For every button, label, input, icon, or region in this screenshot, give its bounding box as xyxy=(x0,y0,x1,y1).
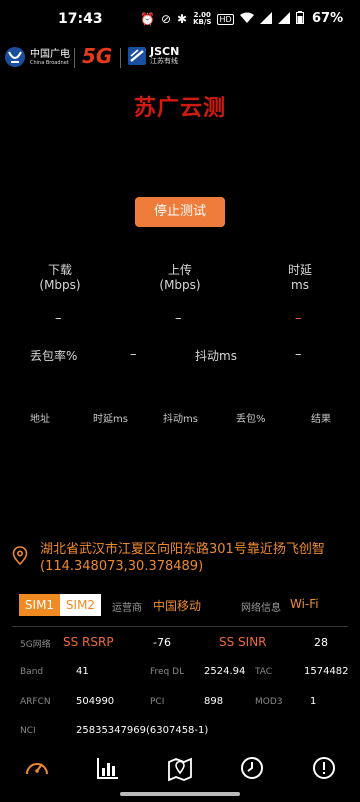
status-time: 17:43 xyxy=(58,11,103,27)
upload-label: 上传 xyxy=(167,263,192,277)
sim2-tab[interactable]: SIM2 xyxy=(60,594,101,616)
sinr-value: 28 xyxy=(314,636,328,649)
rsrp-label: SS RSRP xyxy=(63,635,114,649)
download-label: 下载 xyxy=(47,263,72,277)
stop-test-button[interactable]: 停止测试 xyxy=(135,197,225,227)
hd-icon: HD xyxy=(217,13,234,25)
latency-unit: ms xyxy=(291,278,309,292)
china-broadnet-icon xyxy=(5,47,25,67)
battery-icon xyxy=(295,11,304,27)
jitter-value: – xyxy=(295,347,302,362)
sinr-label: SS SINR xyxy=(219,635,267,649)
rsrp-value: -76 xyxy=(153,636,171,649)
home-indicator[interactable] xyxy=(120,792,240,796)
tac-value: 1574482 xyxy=(304,666,349,677)
net-speed-unit: KB/S xyxy=(193,18,212,26)
history-clock-icon[interactable] xyxy=(238,754,266,782)
sim1-tab[interactable]: SIM1 xyxy=(19,594,60,616)
chart-icon[interactable] xyxy=(94,754,122,782)
tac-label: TAC xyxy=(255,667,273,677)
logo-divider xyxy=(120,48,121,68)
result-header-latency: 时延ms xyxy=(93,414,128,425)
latency-label: 时延 xyxy=(287,263,312,277)
upload-value: – xyxy=(175,311,182,326)
signal-icon-2 xyxy=(277,11,290,27)
cbn-name-en: China Broadnet xyxy=(30,59,69,66)
mute-icon: ⊘ xyxy=(160,12,172,26)
alarm-icon: ⏰ xyxy=(140,12,155,26)
latency-value: – xyxy=(295,311,302,326)
network-info-label: 网络信息 xyxy=(241,603,281,614)
location-pin-icon xyxy=(12,546,28,570)
download-value: – xyxy=(55,311,62,326)
packet-loss-value: – xyxy=(130,347,137,362)
jscn-name-cn: 江苏有线 xyxy=(150,57,178,65)
fiveg-logo: 5G xyxy=(82,44,113,68)
bottom-nav xyxy=(0,748,360,788)
download-metric: 下载 (Mbps) xyxy=(20,263,100,293)
signal-icon-1 xyxy=(259,11,272,27)
freq-dl-value: 2524.94 xyxy=(204,666,246,677)
jitter-label: 抖动ms xyxy=(195,349,237,363)
nci-value: 25835347969(6307458-1) xyxy=(76,725,209,736)
map-pin-icon[interactable] xyxy=(166,754,194,782)
band-label: Band xyxy=(20,667,44,677)
latency-metric: 时延 ms xyxy=(260,263,340,293)
china-broadnet-logo: 中国广电 China Broadnet xyxy=(4,46,70,68)
packet-loss-label: 丢包率% xyxy=(30,349,78,363)
pci-label: PCI xyxy=(150,697,165,707)
logo-divider xyxy=(74,48,75,68)
nci-label: NCI xyxy=(20,726,36,736)
jscn-icon xyxy=(128,46,146,65)
result-header-address: 地址 xyxy=(30,414,50,425)
arfcn-label: ARFCN xyxy=(20,697,51,707)
pci-value: 898 xyxy=(204,696,224,707)
result-header-jitter: 抖动ms xyxy=(163,414,198,425)
section-divider xyxy=(12,626,348,627)
net-speed: 2.00 KB/S xyxy=(193,12,211,26)
app-title: 苏广云测 xyxy=(133,95,226,121)
battery-percent: 67% xyxy=(312,11,344,26)
info-icon[interactable] xyxy=(310,754,338,782)
bluetooth-icon: ✱ xyxy=(177,12,188,26)
speedometer-icon[interactable] xyxy=(23,754,51,782)
upload-unit: (Mbps) xyxy=(159,278,201,292)
operator-value: 中国移动 xyxy=(153,599,202,613)
wifi-icon xyxy=(239,12,254,27)
net-type-label: 5G网络 xyxy=(20,640,51,650)
location-text: 湖北省武汉市江夏区向阳东路301号靠近扬飞创智 (114.348073,30.3… xyxy=(40,541,355,575)
mod3-value: 1 xyxy=(310,696,317,707)
network-info-value: Wi-Fi xyxy=(290,597,319,611)
mod3-label: MOD3 xyxy=(255,697,283,707)
freq-dl-label: Freq DL xyxy=(150,667,185,677)
jscn-logo: JSCN 江苏有线 xyxy=(128,46,179,65)
cbn-name-cn: 中国广电 xyxy=(30,48,70,60)
status-bar: 17:43 ⏰ ⊘ ✱ 2.00 KB/S HD 67% xyxy=(0,0,360,38)
arfcn-value: 504990 xyxy=(76,696,115,707)
status-icons: ⏰ ⊘ ✱ 2.00 KB/S HD xyxy=(140,9,304,29)
download-unit: (Mbps) xyxy=(39,278,81,292)
location-address: 湖北省武汉市江夏区向阳东路301号靠近扬飞创智 xyxy=(40,542,325,557)
header-logos: 中国广电 China Broadnet 5G JSCN 江苏有线 xyxy=(0,42,360,74)
operator-label: 运营商 xyxy=(112,603,142,614)
result-header-loss: 丢包% xyxy=(236,414,266,425)
band-value: 41 xyxy=(76,666,89,677)
result-header-result: 结果 xyxy=(311,414,331,425)
upload-metric: 上传 (Mbps) xyxy=(140,263,220,293)
location-coords: (114.348073,30.378489) xyxy=(40,559,204,574)
